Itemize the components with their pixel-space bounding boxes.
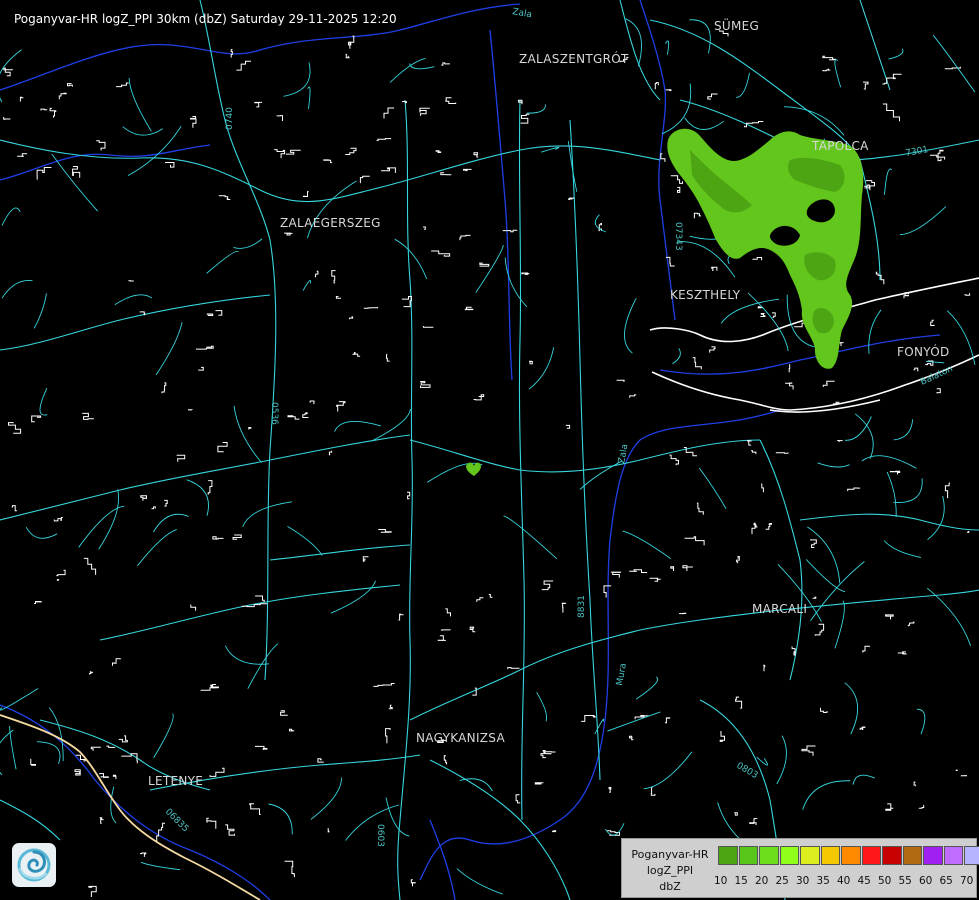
- legend-title-line: dbZ: [659, 880, 681, 893]
- legend-tick: 10: [714, 875, 728, 887]
- settlement-outline: [665, 89, 672, 91]
- legend-swatch: [841, 846, 861, 865]
- legend-tick: 50: [878, 875, 892, 887]
- radar-swirl-logo: [12, 843, 56, 887]
- city-label-sumeg: SÜMEG: [714, 19, 760, 33]
- road-number: 8831: [577, 595, 587, 618]
- legend-swatch: [902, 846, 922, 865]
- legend-swatch: [964, 846, 979, 865]
- legend-tick: 35: [816, 875, 830, 887]
- legend-ticks: 10 15 20 25 30 35 40 45 50 55 60 65 70: [714, 875, 979, 891]
- city-label-nagykanizsa: NAGYKANIZSA: [416, 731, 505, 745]
- legend-swatch: [718, 846, 738, 865]
- legend-tick: 25: [775, 875, 789, 887]
- legend-tick: 55: [898, 875, 912, 887]
- road-number: 0603: [375, 824, 385, 847]
- city-label-keszthely: KESZTHELY: [670, 288, 741, 302]
- legend-tick: 40: [837, 875, 851, 887]
- legend-swatch: [759, 846, 779, 865]
- city-label-zalaegerszeg: ZALAEGERSZEG: [280, 216, 381, 230]
- city-label-marcali: MARCALI: [752, 602, 808, 616]
- legend-title: Poganyvar-HR logZ_PPI dbZ: [626, 847, 714, 895]
- radar-title: Poganyvar-HR logZ_PPI 30km (dbZ) Saturda…: [14, 12, 397, 26]
- legend-tick: 70: [960, 875, 974, 887]
- legend-tick: 60: [919, 875, 933, 887]
- city-label-letenye: LETENYE: [148, 774, 204, 788]
- legend-swatches: [718, 846, 979, 865]
- legend-swatch: [738, 846, 758, 865]
- legend-tick: 30: [796, 875, 810, 887]
- settlement-outline: [955, 769, 958, 771]
- dbz-legend: Poganyvar-HR logZ_PPI dbZ 10 15 20 25 30 35 40…: [621, 838, 979, 898]
- road-number: 07343: [673, 222, 683, 251]
- legend-swatch: [861, 846, 881, 865]
- radar-map: 0740 7301 07343 0536 8831 06835 0803 060…: [0, 0, 979, 900]
- legend-tick: 15: [734, 875, 748, 887]
- city-label-zalaszentgrot: ZALASZENTGRÓT: [519, 52, 629, 66]
- legend-swatch: [820, 846, 840, 865]
- legend-swatch: [882, 846, 902, 865]
- settlement-outline: [56, 579, 60, 581]
- legend-tick: 65: [939, 875, 953, 887]
- legend-title-line: logZ_PPI: [646, 864, 694, 877]
- city-label-fonyod: FONYÓD: [897, 345, 950, 359]
- legend-swatch: [779, 846, 799, 865]
- road-number: 0740: [225, 107, 235, 130]
- swirl-icon: [17, 848, 51, 882]
- city-label-tapolca: TAPOLCA: [812, 139, 869, 153]
- legend-tick: 45: [857, 875, 871, 887]
- legend-title-line: Poganyvar-HR: [631, 848, 709, 861]
- legend-swatch: [943, 846, 963, 865]
- legend-swatch: [923, 846, 943, 865]
- legend-swatch: [800, 846, 820, 865]
- legend-tick: 20: [755, 875, 769, 887]
- road-number: 0536: [269, 402, 279, 425]
- settlement-outline: [552, 830, 557, 833]
